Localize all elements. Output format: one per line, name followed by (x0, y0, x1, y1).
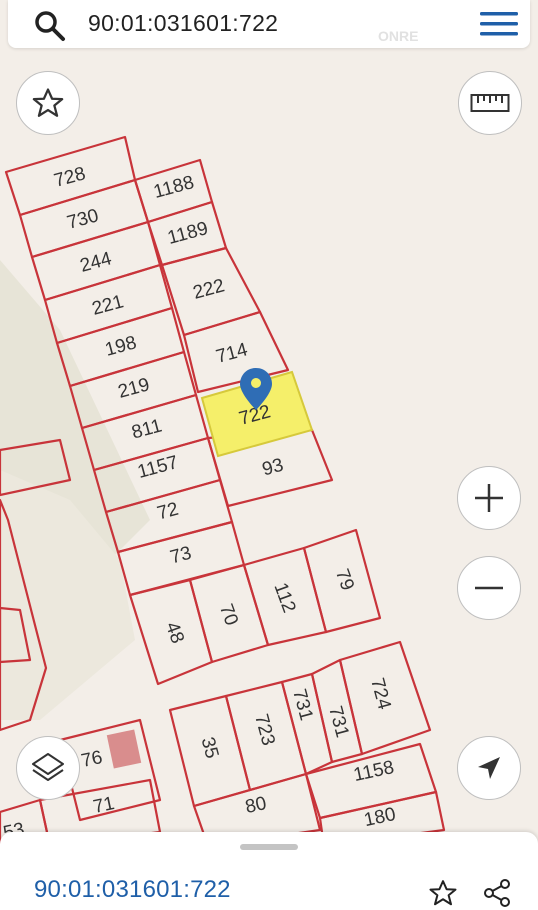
search-input[interactable]: 90:01:031601:722 (88, 8, 278, 38)
layers-icon (32, 753, 64, 781)
parcel-label: 79 (331, 566, 358, 593)
ruler-icon (470, 94, 510, 112)
share-icon[interactable] (482, 878, 512, 908)
parcel-info-panel[interactable]: 90:01:031601:722 (0, 832, 538, 910)
drag-handle[interactable] (240, 844, 298, 850)
parcel-label: 93 (260, 455, 286, 481)
zoom-in-icon (475, 484, 503, 512)
location-arrow-icon (478, 757, 500, 779)
zoom-in-button[interactable] (457, 466, 521, 530)
parcel-label: 811 (130, 415, 165, 443)
star-icon (32, 88, 64, 117)
parcel-label: 48 (161, 619, 188, 646)
parcel-label: 244 (78, 248, 114, 277)
star-icon[interactable] (428, 878, 458, 908)
parcel-label: 219 (116, 374, 152, 402)
watermark: ONRE (378, 28, 419, 44)
zoom-out-button[interactable] (457, 556, 521, 620)
parcel-label: 730 (65, 205, 101, 233)
zoom-out-icon (475, 586, 503, 590)
parcel-label: 714 (214, 339, 250, 368)
parcel-label: 731 (288, 687, 316, 723)
search-bar[interactable]: 90:01:031601:722 ONRE (8, 0, 530, 48)
parcel-label: 1189 (165, 218, 210, 249)
parcel-label: 1158 (352, 757, 396, 786)
layers-button[interactable] (16, 736, 80, 800)
parcel-label: 70 (215, 601, 242, 628)
parcel-label: 71 (91, 793, 116, 818)
parcel-label: 222 (191, 275, 227, 303)
cadastral-number: 90:01:031601:722 (34, 876, 231, 903)
my-location-button[interactable] (457, 736, 521, 800)
menu-icon[interactable] (478, 8, 520, 40)
parcel-label: 76 (79, 747, 104, 772)
parcel-label: 1188 (151, 172, 196, 203)
parcel-label: 728 (52, 163, 88, 191)
search-icon[interactable] (32, 8, 68, 44)
parcel-label: 221 (90, 291, 126, 319)
favorites-button[interactable] (16, 71, 80, 135)
parcel-label: 73 (168, 543, 194, 569)
parcel-label: 80 (243, 793, 268, 818)
parcel-label: 731 (324, 704, 352, 740)
parcel-label: 72 (155, 499, 181, 525)
parcel-label: 724 (366, 676, 395, 712)
parcel-label: 35 (197, 735, 223, 761)
parcel-label: 723 (250, 712, 278, 748)
measure-button[interactable] (458, 71, 522, 135)
parcel-label: 198 (103, 332, 139, 360)
parcel-label: 112 (269, 580, 299, 616)
